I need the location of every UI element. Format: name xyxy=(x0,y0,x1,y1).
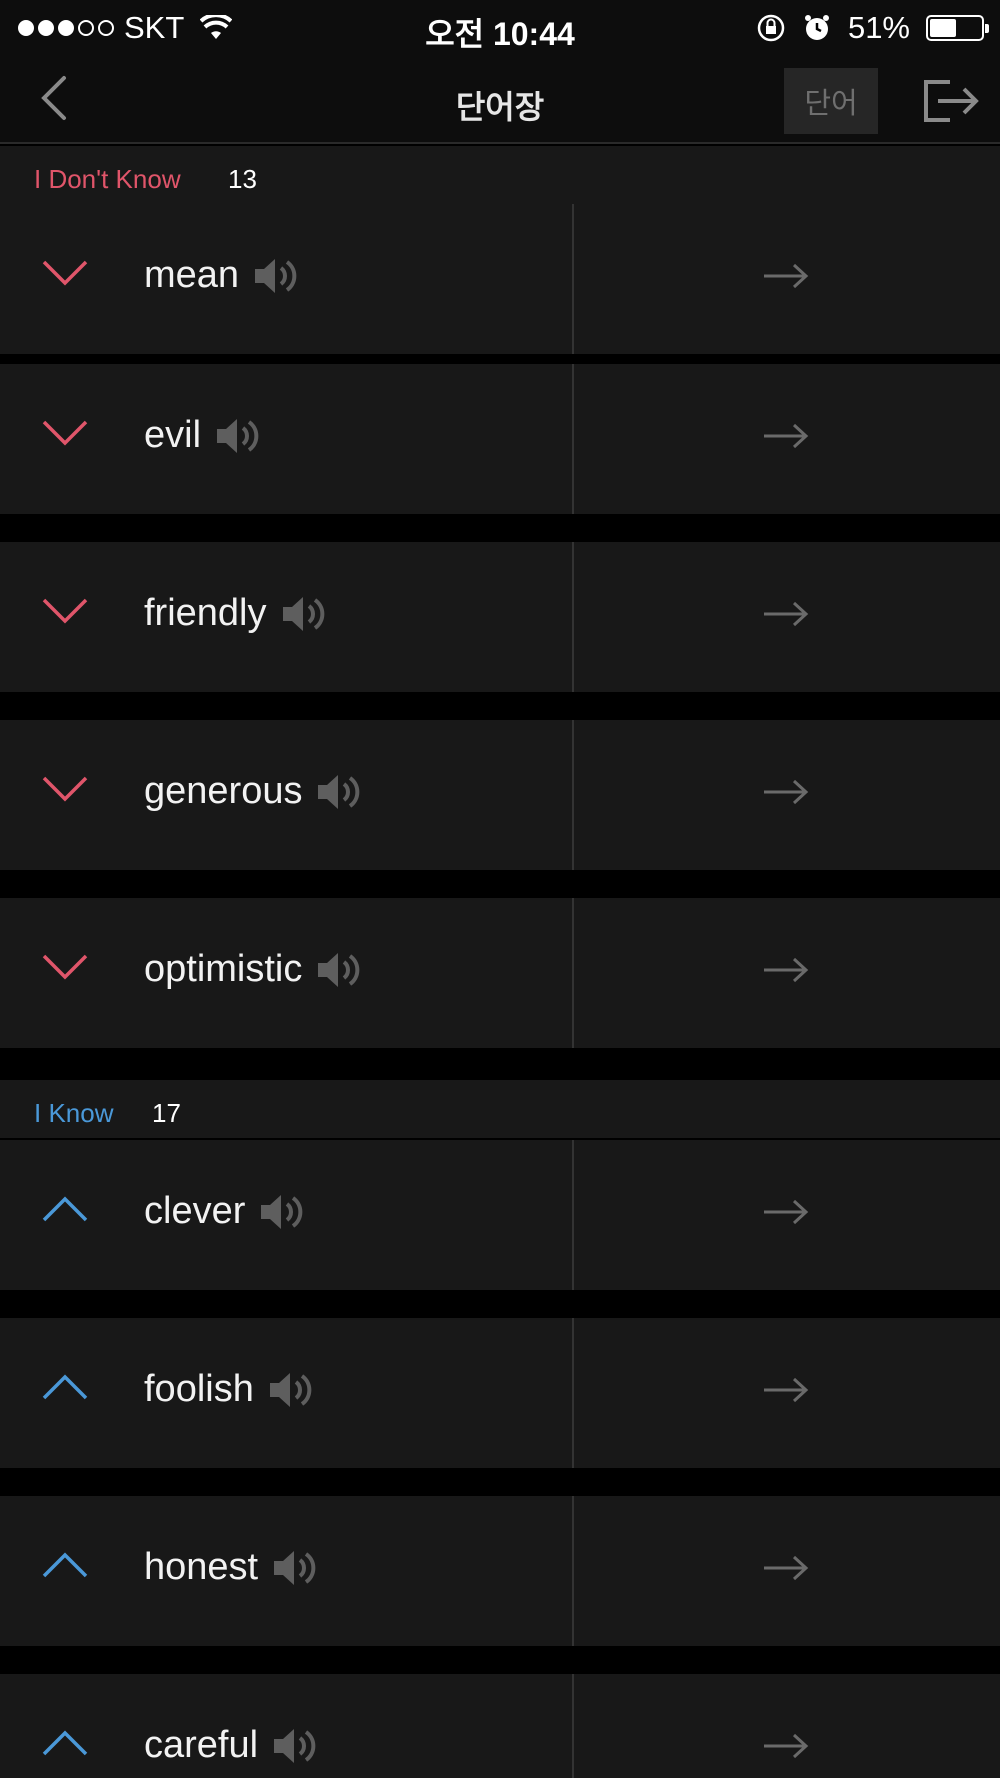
word-label: optimistic xyxy=(144,948,303,990)
section-count: 13 xyxy=(228,164,257,194)
arrow-right-icon[interactable] xyxy=(762,1376,810,1404)
chevron-down-icon[interactable] xyxy=(40,772,90,806)
battery-icon xyxy=(926,15,989,41)
chevron-down-icon[interactable] xyxy=(40,594,90,628)
speaker-icon[interactable] xyxy=(316,950,362,990)
list-item[interactable]: foolish xyxy=(0,1318,1000,1468)
chevron-down-icon[interactable] xyxy=(40,256,90,290)
arrow-right-icon[interactable] xyxy=(762,778,810,806)
list-item[interactable]: friendly xyxy=(0,542,1000,692)
list-item[interactable]: careful xyxy=(0,1674,1000,1778)
row-divider xyxy=(572,204,574,354)
speaker-icon[interactable] xyxy=(259,1192,305,1232)
section-header-dont-know: I Don't Know 13 xyxy=(0,146,1000,204)
section-header-know: I Know 17 xyxy=(0,1080,1000,1138)
arrow-right-icon[interactable] xyxy=(762,262,810,290)
word-label: generous xyxy=(144,770,303,812)
speaker-icon[interactable] xyxy=(316,772,362,812)
speaker-icon[interactable] xyxy=(272,1726,318,1766)
chevron-up-icon[interactable] xyxy=(40,1726,90,1760)
speaker-icon[interactable] xyxy=(253,256,299,296)
chevron-down-icon[interactable] xyxy=(40,416,90,450)
chevron-up-icon[interactable] xyxy=(40,1370,90,1404)
arrow-right-icon[interactable] xyxy=(762,600,810,628)
list-item[interactable]: honest xyxy=(0,1496,1000,1646)
exit-icon[interactable] xyxy=(922,76,982,126)
chevron-up-icon[interactable] xyxy=(40,1548,90,1582)
list-item[interactable]: evil xyxy=(0,364,1000,514)
word-label: careful xyxy=(144,1724,259,1766)
word-label: evil xyxy=(144,414,202,456)
word-label: clever xyxy=(144,1190,246,1232)
arrow-right-icon[interactable] xyxy=(762,1198,810,1226)
chevron-down-icon[interactable] xyxy=(40,950,90,984)
word-label: friendly xyxy=(144,592,267,634)
chevron-up-icon[interactable] xyxy=(40,1192,90,1226)
section-label: I Don't Know xyxy=(34,164,181,194)
battery-percent: 51% xyxy=(847,10,910,45)
speaker-icon[interactable] xyxy=(268,1370,314,1410)
arrow-right-icon[interactable] xyxy=(762,1554,810,1582)
nav-bar: 단어장 단어 xyxy=(0,56,1000,144)
row-divider xyxy=(572,1496,574,1646)
orientation-lock-icon xyxy=(757,14,785,42)
speaker-icon[interactable] xyxy=(281,594,327,634)
alarm-icon xyxy=(804,15,829,40)
row-divider xyxy=(572,720,574,870)
list-item[interactable]: clever xyxy=(0,1140,1000,1290)
status-bar: SKT 오전 10:44 51% xyxy=(0,0,1000,56)
row-divider xyxy=(572,898,574,1048)
arrow-right-icon[interactable] xyxy=(762,422,810,450)
status-right: 51% xyxy=(756,10,989,46)
arrow-right-icon[interactable] xyxy=(762,1732,810,1760)
row-divider xyxy=(572,542,574,692)
row-divider xyxy=(572,1140,574,1290)
word-label: honest xyxy=(144,1546,259,1588)
section-label: I Know xyxy=(34,1098,114,1128)
word-label: mean xyxy=(144,254,240,296)
row-divider xyxy=(572,1674,574,1778)
list-item[interactable]: mean xyxy=(0,204,1000,354)
row-divider xyxy=(572,1318,574,1468)
word-button[interactable]: 단어 xyxy=(784,68,878,134)
arrow-right-icon[interactable] xyxy=(762,956,810,984)
list-item[interactable]: optimistic xyxy=(0,898,1000,1048)
speaker-icon[interactable] xyxy=(272,1548,318,1588)
speaker-icon[interactable] xyxy=(215,416,261,456)
list-item[interactable]: generous xyxy=(0,720,1000,870)
row-divider xyxy=(572,364,574,514)
word-label: foolish xyxy=(144,1368,254,1410)
section-count: 17 xyxy=(152,1098,181,1128)
